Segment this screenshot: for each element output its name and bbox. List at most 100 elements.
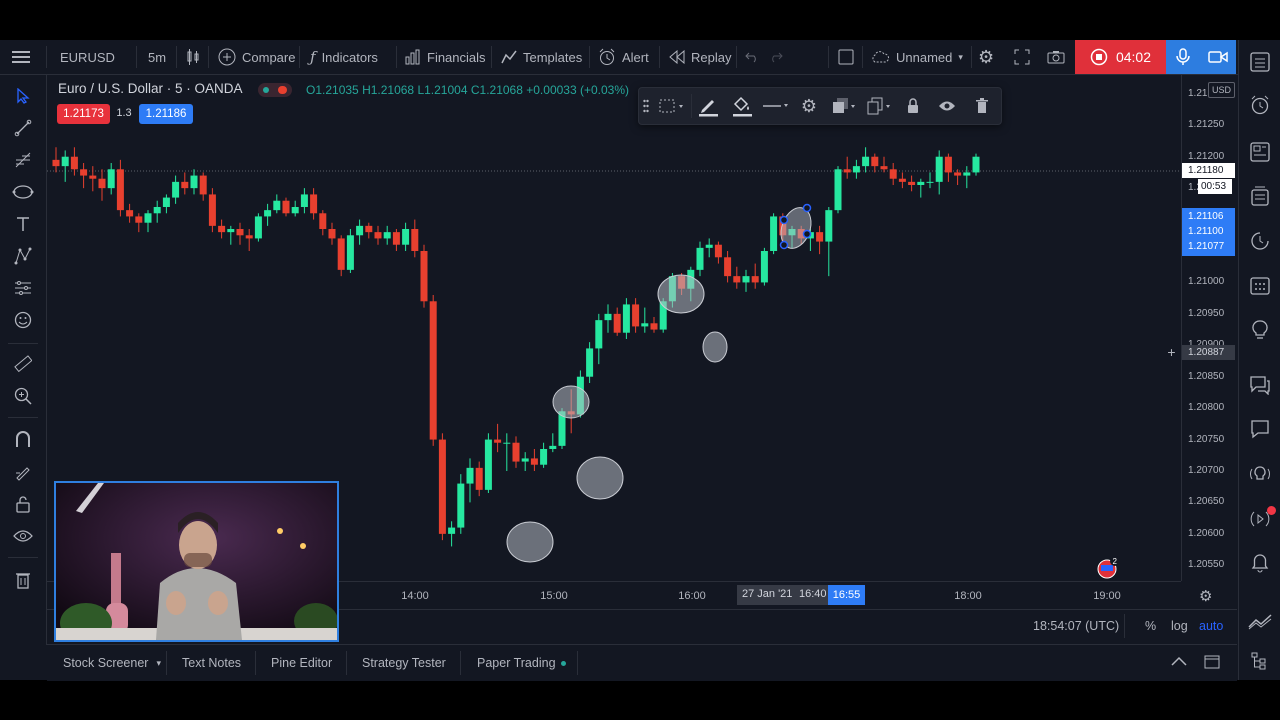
market-status-toggle[interactable]: [258, 83, 292, 97]
sell-button[interactable]: 1.21173: [57, 104, 110, 124]
object-tree-icon[interactable]: [1248, 649, 1272, 673]
data-window-icon[interactable]: [1248, 140, 1272, 164]
symbol-legend-title[interactable]: Euro / U.S. Dollar · 5 · OANDA: [58, 81, 243, 96]
template-select-icon[interactable]: [657, 94, 687, 118]
alert-button[interactable]: Alert: [598, 40, 649, 74]
candle-body: [98, 178, 106, 189]
broadcast-icon[interactable]: [1248, 506, 1276, 531]
currency-label[interactable]: USD: [1208, 82, 1235, 98]
templates-icon: [501, 49, 517, 65]
notifications-bell-icon[interactable]: [1248, 551, 1272, 575]
interval-button[interactable]: 5m: [148, 40, 166, 74]
redo-button[interactable]: [769, 40, 783, 74]
drawing-settings-gear-icon[interactable]: ⚙: [797, 94, 821, 118]
zoom-in-icon[interactable]: [11, 384, 35, 408]
layout-button[interactable]: [838, 40, 854, 74]
lock-drawing-icon[interactable]: [901, 94, 925, 118]
trading-panel-icon[interactable]: [1248, 610, 1272, 634]
emoji-icon[interactable]: [11, 308, 35, 332]
eye-icon[interactable]: [11, 524, 35, 548]
line-color-pencil-icon[interactable]: [694, 94, 722, 118]
visual-order-icon[interactable]: [830, 94, 858, 118]
percent-scale-toggle[interactable]: %: [1145, 619, 1156, 633]
add-price-plus-icon[interactable]: +: [1164, 345, 1179, 360]
price-axis[interactable]: 1.213001.212501.212001.211501.210001.209…: [1181, 75, 1238, 581]
tab-text-notes[interactable]: Text Notes: [182, 645, 241, 681]
tab-strategy-tester[interactable]: Strategy Tester: [362, 645, 446, 681]
magnet-icon[interactable]: [11, 428, 35, 452]
tab-pine-editor[interactable]: Pine Editor: [271, 645, 332, 681]
fill-color-bucket-icon[interactable]: [728, 94, 756, 118]
clone-icon[interactable]: [865, 94, 893, 118]
streams-icon[interactable]: [1248, 462, 1272, 486]
time-tick: 18:00: [954, 590, 982, 602]
line-style-icon[interactable]: [761, 94, 791, 118]
pattern-tool-icon[interactable]: [11, 244, 35, 268]
chats-icon[interactable]: [1248, 373, 1272, 397]
chevron-up-icon[interactable]: [1171, 654, 1187, 672]
save-layout-button[interactable]: Unnamed ▾: [870, 40, 963, 74]
ruler-icon[interactable]: [11, 352, 35, 376]
calendar-clock-icon[interactable]: [1248, 229, 1272, 253]
buy-button[interactable]: 1.21186: [139, 104, 193, 124]
candle-body: [218, 225, 226, 233]
ellipse-drawing[interactable]: [657, 274, 705, 314]
templates-button[interactable]: Templates: [501, 40, 582, 74]
webcam-overlay[interactable]: [54, 481, 339, 642]
drag-handle-icon[interactable]: [639, 94, 653, 118]
prediction-tool-icon[interactable]: [11, 276, 35, 300]
price-tick: 1.21200: [1188, 150, 1225, 162]
camera-toggle-button[interactable]: [1200, 40, 1236, 74]
hide-drawing-eye-icon[interactable]: [935, 94, 959, 118]
stay-in-drawing-icon[interactable]: [11, 460, 35, 484]
ellipse-drawing[interactable]: [552, 385, 590, 419]
settings-button[interactable]: ⚙: [978, 40, 994, 74]
high-value: H1.21068: [362, 83, 415, 97]
lock-icon[interactable]: [11, 492, 35, 516]
utc-clock[interactable]: 18:54:07 (UTC): [1033, 619, 1119, 633]
indicators-button[interactable]: ƒ Indicators: [310, 40, 378, 74]
compare-button[interactable]: Compare: [218, 40, 295, 74]
axis-settings-gear-icon[interactable]: ⚙: [1199, 587, 1212, 605]
ellipse-drawing[interactable]: [702, 331, 728, 363]
hotlist-icon[interactable]: [1248, 184, 1272, 208]
symbol-search-button[interactable]: EURUSD: [60, 40, 115, 74]
snapshot-button[interactable]: [1047, 40, 1065, 74]
ideas-lightbulb-icon[interactable]: [1248, 318, 1272, 342]
price-tick: 1.20650: [1188, 496, 1225, 508]
menu-icon[interactable]: [12, 40, 32, 74]
replay-button[interactable]: Replay: [669, 40, 731, 74]
blue-price-tags: 1.21106 1.21100 1.21077: [1182, 208, 1235, 256]
trend-line-icon[interactable]: [11, 116, 35, 140]
microphone-icon: [1176, 48, 1190, 66]
economic-event-icon[interactable]: 2: [1097, 556, 1120, 579]
delete-drawing-icon[interactable]: [970, 94, 994, 118]
candle: [245, 229, 253, 251]
chart-style-button[interactable]: [185, 40, 201, 74]
undo-button[interactable]: [745, 40, 759, 74]
fib-retracement-icon[interactable]: [11, 148, 35, 172]
text-tool-icon[interactable]: [11, 212, 35, 236]
cursor-icon[interactable]: [11, 84, 35, 108]
microphone-button[interactable]: [1166, 40, 1200, 74]
gear-icon: ⚙: [978, 46, 995, 67]
alerts-clock-icon[interactable]: [1248, 93, 1272, 117]
candle: [944, 153, 952, 182]
candle: [126, 203, 134, 223]
tab-paper-trading[interactable]: Paper Trading: [477, 645, 566, 681]
camera-icon: [1047, 50, 1065, 64]
messages-icon[interactable]: [1248, 417, 1272, 441]
shapes-icon[interactable]: [11, 180, 35, 204]
trash-icon[interactable]: [11, 568, 35, 592]
calendar-icon[interactable]: [1248, 273, 1272, 297]
financials-button[interactable]: Financials: [405, 40, 486, 74]
maximize-panel-icon[interactable]: [1204, 655, 1220, 674]
tab-stock-screener[interactable]: Stock Screener ▾: [63, 645, 161, 681]
ellipse-drawing[interactable]: [506, 521, 554, 563]
watchlist-icon[interactable]: [1248, 50, 1272, 74]
ellipse-drawing[interactable]: [576, 456, 624, 500]
fullscreen-button[interactable]: [1014, 40, 1030, 74]
stop-recording-button[interactable]: 04:02: [1075, 40, 1166, 74]
auto-scale-toggle[interactable]: auto: [1199, 619, 1223, 633]
log-scale-toggle[interactable]: log: [1171, 619, 1188, 633]
